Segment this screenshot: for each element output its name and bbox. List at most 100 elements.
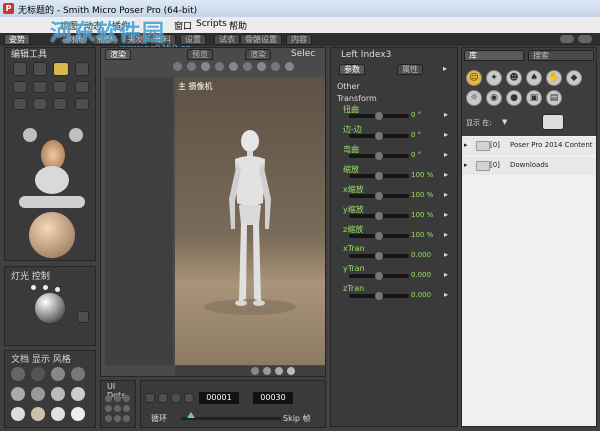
param-dial-knob[interactable] [375, 192, 383, 200]
hands-category-icon[interactable]: ✋ [546, 70, 562, 86]
go-to-start-button[interactable] [145, 393, 155, 403]
light-dot-icon-2[interactable] [43, 285, 48, 290]
param-dial-knob[interactable] [375, 252, 383, 260]
light-properties-icon[interactable] [77, 311, 89, 323]
figure-mannequin[interactable] [175, 77, 325, 365]
view-icon-8[interactable] [271, 62, 280, 71]
style-hidden-line-icon[interactable] [71, 367, 85, 381]
tab-content[interactable]: 内容 [286, 34, 312, 45]
view-icon-7[interactable] [257, 62, 266, 71]
view-icon-1[interactable] [173, 62, 182, 71]
param-value[interactable]: 100 % [411, 191, 433, 199]
view-magnifier-icon[interactable] [13, 98, 27, 110]
group-other[interactable]: Other [337, 82, 360, 91]
left-hand-camera-icon[interactable] [23, 128, 37, 142]
tab-pose[interactable]: 姿势 [4, 34, 30, 45]
chain-break-icon[interactable] [33, 81, 47, 93]
color-tool-icon[interactable] [53, 81, 67, 93]
expand-arrow-icon[interactable]: ▸ [464, 161, 468, 169]
right-hand-camera-icon[interactable] [69, 128, 83, 142]
taper-tool-icon[interactable] [13, 81, 27, 93]
move-camera-arrows-icon[interactable] [19, 196, 85, 208]
style-outline-icon[interactable] [31, 367, 45, 381]
body-camera-icon[interactable] [35, 166, 69, 194]
style-smooth-lined-icon[interactable] [51, 407, 65, 421]
tab-properties[interactable]: 属性 [397, 64, 423, 75]
ui-dot-icon-6[interactable] [123, 405, 130, 412]
show-in-dropdown-icon[interactable]: ▼ [502, 118, 507, 126]
direct-manip-icon[interactable] [33, 98, 47, 110]
tab-library[interactable]: 库 [464, 50, 524, 61]
style-lit-wire-icon[interactable] [11, 387, 25, 401]
morph-brush-icon[interactable] [53, 98, 67, 110]
ui-dot-icon-9[interactable] [123, 415, 130, 422]
menu-help[interactable]: 帮助 [229, 19, 247, 32]
param-dial-knob[interactable] [375, 232, 383, 240]
view-icon-2[interactable] [187, 62, 196, 71]
timeline-handle-icon[interactable] [187, 412, 195, 418]
param-value[interactable]: 100 % [411, 231, 433, 239]
tab-rigging[interactable]: 骨骼设置 [240, 34, 282, 45]
loop-label[interactable]: 循环 [151, 413, 167, 424]
param-value[interactable]: 0.000 [411, 291, 431, 299]
style-preview-icon[interactable] [71, 407, 85, 421]
param-dial-knob[interactable] [375, 272, 383, 280]
param-menu-arrow-icon[interactable]: ▸ [444, 150, 448, 159]
scenes-category-icon[interactable]: ▣ [526, 90, 542, 106]
bottom-view-icon-3[interactable] [275, 367, 283, 375]
ui-dot-icon-3[interactable] [123, 395, 130, 402]
light-dot-icon[interactable] [31, 285, 36, 290]
props-category-icon[interactable]: ◆ [566, 70, 582, 86]
ui-dot-icon-8[interactable] [114, 415, 121, 422]
param-dial-knob[interactable] [375, 132, 383, 140]
param-dial-knob[interactable] [375, 172, 383, 180]
library-item[interactable]: ▸ [0] Downloads [462, 157, 596, 175]
style-wireframe-icon[interactable] [51, 367, 65, 381]
tab-preview[interactable]: 预览 [187, 49, 213, 60]
param-menu-arrow-icon[interactable]: ▸ [443, 64, 447, 73]
timeline-slider[interactable] [181, 417, 281, 420]
stop-button[interactable] [158, 393, 168, 403]
param-menu-arrow-icon[interactable]: ▸ [444, 170, 448, 179]
ui-dot-icon-5[interactable] [114, 405, 121, 412]
view-icon-9[interactable] [285, 62, 294, 71]
param-menu-arrow-icon[interactable]: ▸ [444, 190, 448, 199]
lights-category-icon[interactable]: ☼ [466, 90, 482, 106]
cameras-category-icon[interactable]: ◉ [486, 90, 502, 106]
go-to-end-button[interactable] [184, 393, 194, 403]
expressions-category-icon[interactable]: ☻ [506, 70, 522, 86]
param-value[interactable]: 100 % [411, 171, 433, 179]
bottom-view-icon-2[interactable] [263, 367, 271, 375]
param-menu-arrow-icon[interactable]: ▸ [444, 290, 448, 299]
view-icon-4[interactable] [215, 62, 224, 71]
param-menu-arrow-icon[interactable]: ▸ [444, 250, 448, 259]
weight-paint-icon[interactable] [75, 98, 89, 110]
skip-frames-label[interactable]: Skip 帧 [283, 413, 311, 424]
rotate-tool-icon[interactable] [13, 62, 27, 76]
bottom-view-icon-4[interactable] [287, 367, 295, 375]
param-dial-knob[interactable] [375, 152, 383, 160]
tab-render[interactable]: 渲染 [245, 49, 271, 60]
hair-category-icon[interactable]: ♠ [526, 70, 542, 86]
tab-fitting[interactable]: 试衣 [214, 34, 240, 45]
param-dial-knob[interactable] [375, 212, 383, 220]
param-menu-arrow-icon[interactable]: ▸ [444, 210, 448, 219]
view-icon-5[interactable] [229, 62, 238, 71]
ui-dot-icon-4[interactable] [105, 405, 112, 412]
grouping-tool-icon[interactable] [75, 81, 89, 93]
style-cartoon-icon[interactable] [71, 387, 85, 401]
menu-scripts[interactable]: Scripts [196, 19, 227, 29]
ui-dot-icon-2[interactable] [114, 395, 121, 402]
collections-category-icon[interactable]: ▤ [546, 90, 562, 106]
style-texture-icon[interactable] [31, 407, 45, 421]
bottom-view-icon-1[interactable] [251, 367, 259, 375]
param-value[interactable]: 100 % [411, 211, 433, 219]
materials-category-icon[interactable]: ● [506, 90, 522, 106]
param-value[interactable]: 0 ° [411, 131, 421, 139]
ui-dot-icon-7[interactable] [105, 415, 112, 422]
room-toggle-icon-2[interactable] [578, 35, 592, 43]
style-flat-lined-icon[interactable] [51, 387, 65, 401]
param-menu-arrow-icon[interactable]: ▸ [444, 230, 448, 239]
translate-tool-icon[interactable] [53, 62, 69, 76]
style-flat-shaded-icon[interactable] [31, 387, 45, 401]
